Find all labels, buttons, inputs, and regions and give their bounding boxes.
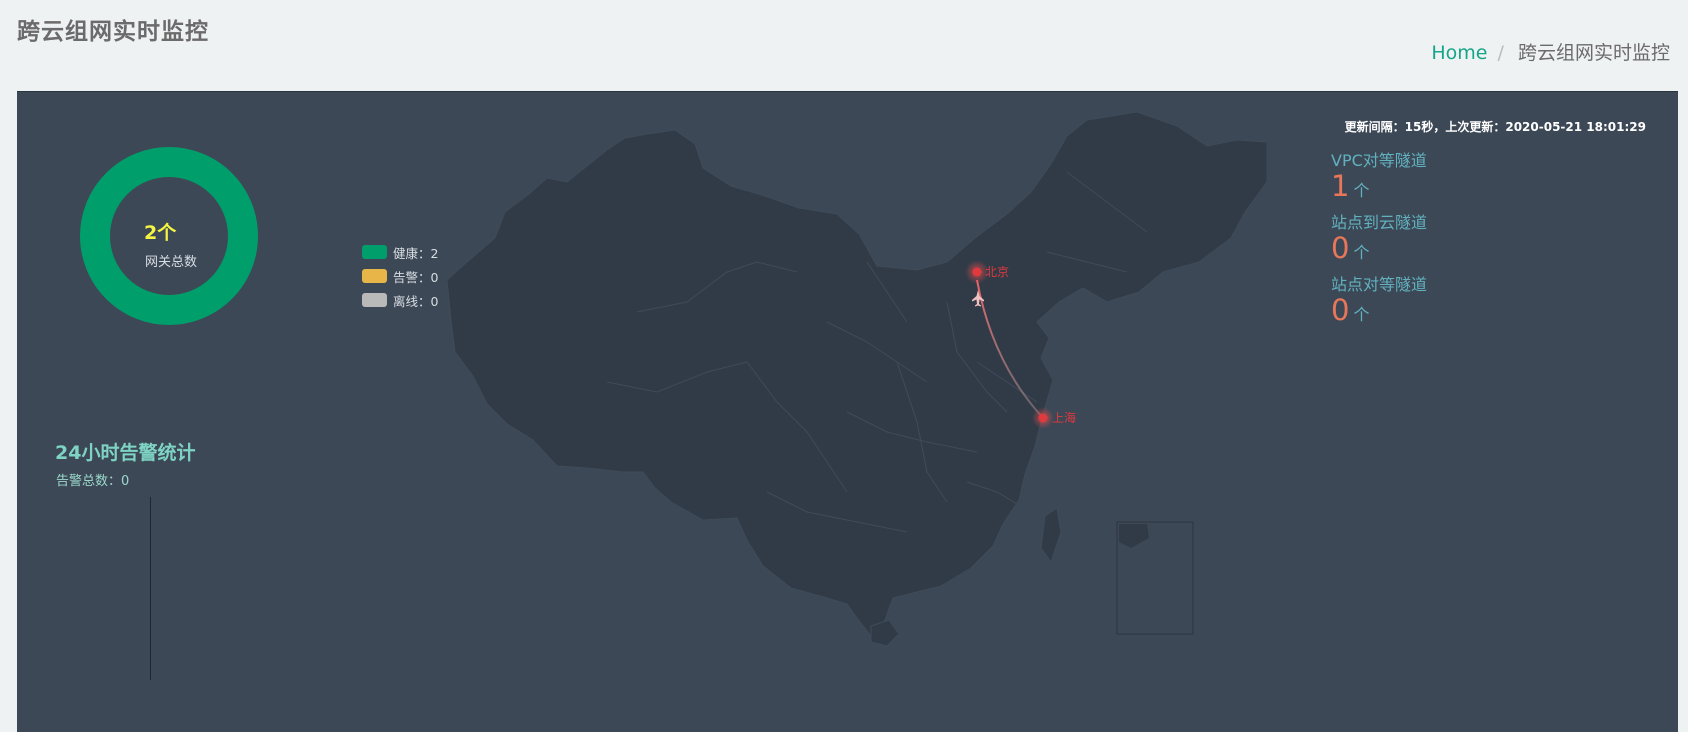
legend-label-offline: 离线：0 (393, 293, 439, 309)
tunnel-unit: 个 (1353, 243, 1370, 262)
legend-item-offline[interactable]: 离线：0 (362, 288, 438, 312)
update-info: 更新间隔：15秒，上次更新：2020-05-21 18:01:29 (1344, 120, 1646, 134)
legend-item-warning[interactable]: 告警：0 (362, 264, 438, 288)
breadcrumb: Home / 跨云组网实时监控 (1431, 38, 1670, 65)
china-map[interactable]: 北京 上海 (447, 112, 1267, 672)
page-header: 跨云组网实时监控 Home / 跨云组网实时监控 (0, 0, 1688, 90)
gateway-count: 2个 (144, 222, 177, 244)
breadcrumb-home-link[interactable]: Home (1431, 42, 1487, 64)
map-mainland (447, 112, 1267, 637)
alarm-stats-title: 24小时告警统计 (55, 442, 196, 464)
alarm-chart-axis (150, 497, 151, 680)
node-beijing (972, 267, 982, 277)
tunnel-value: 0个 (1331, 228, 1427, 274)
legend-swatch-warning (362, 269, 387, 283)
legend-label-warning: 告警：0 (393, 269, 439, 285)
tunnel-count: 0 (1331, 231, 1350, 265)
legend-item-healthy[interactable]: 健康：2 (362, 240, 438, 264)
tunnel-site-to-cloud: 站点到云隧道 0个 (1331, 212, 1427, 274)
page-title: 跨云组网实时监控 (17, 19, 209, 45)
tunnel-count: 1 (1331, 169, 1350, 203)
tunnel-unit: 个 (1353, 305, 1370, 324)
legend-label-healthy: 健康：2 (393, 245, 439, 261)
tunnel-count: 0 (1331, 293, 1350, 327)
node-label-shanghai: 上海 (1052, 410, 1076, 425)
tunnel-site-peering: 站点对等隧道 0个 (1331, 274, 1427, 336)
monitor-panel: 更新间隔：15秒，上次更新：2020-05-21 18:01:29 2个 网关总… (17, 91, 1678, 732)
tunnel-unit: 个 (1353, 181, 1370, 200)
breadcrumb-separator: / (1497, 42, 1504, 64)
tunnel-stats: VPC对等隧道 1个 站点到云隧道 0个 站点对等隧道 0个 (1331, 150, 1427, 336)
map-taiwan (1040, 507, 1062, 564)
legend-swatch-offline (362, 293, 387, 307)
tunnel-vpc-peering: VPC对等隧道 1个 (1331, 150, 1427, 212)
node-shanghai (1038, 413, 1048, 423)
status-legend: 健康：2 告警：0 离线：0 (362, 240, 438, 312)
tunnel-value: 1个 (1331, 166, 1427, 212)
legend-swatch-healthy (362, 245, 387, 259)
tunnel-value: 0个 (1331, 290, 1427, 336)
gateway-count-label: 网关总数 (145, 255, 198, 270)
node-label-beijing: 北京 (985, 265, 1009, 279)
alarm-total: 告警总数：0 (56, 474, 130, 489)
breadcrumb-current: 跨云组网实时监控 (1517, 42, 1670, 64)
